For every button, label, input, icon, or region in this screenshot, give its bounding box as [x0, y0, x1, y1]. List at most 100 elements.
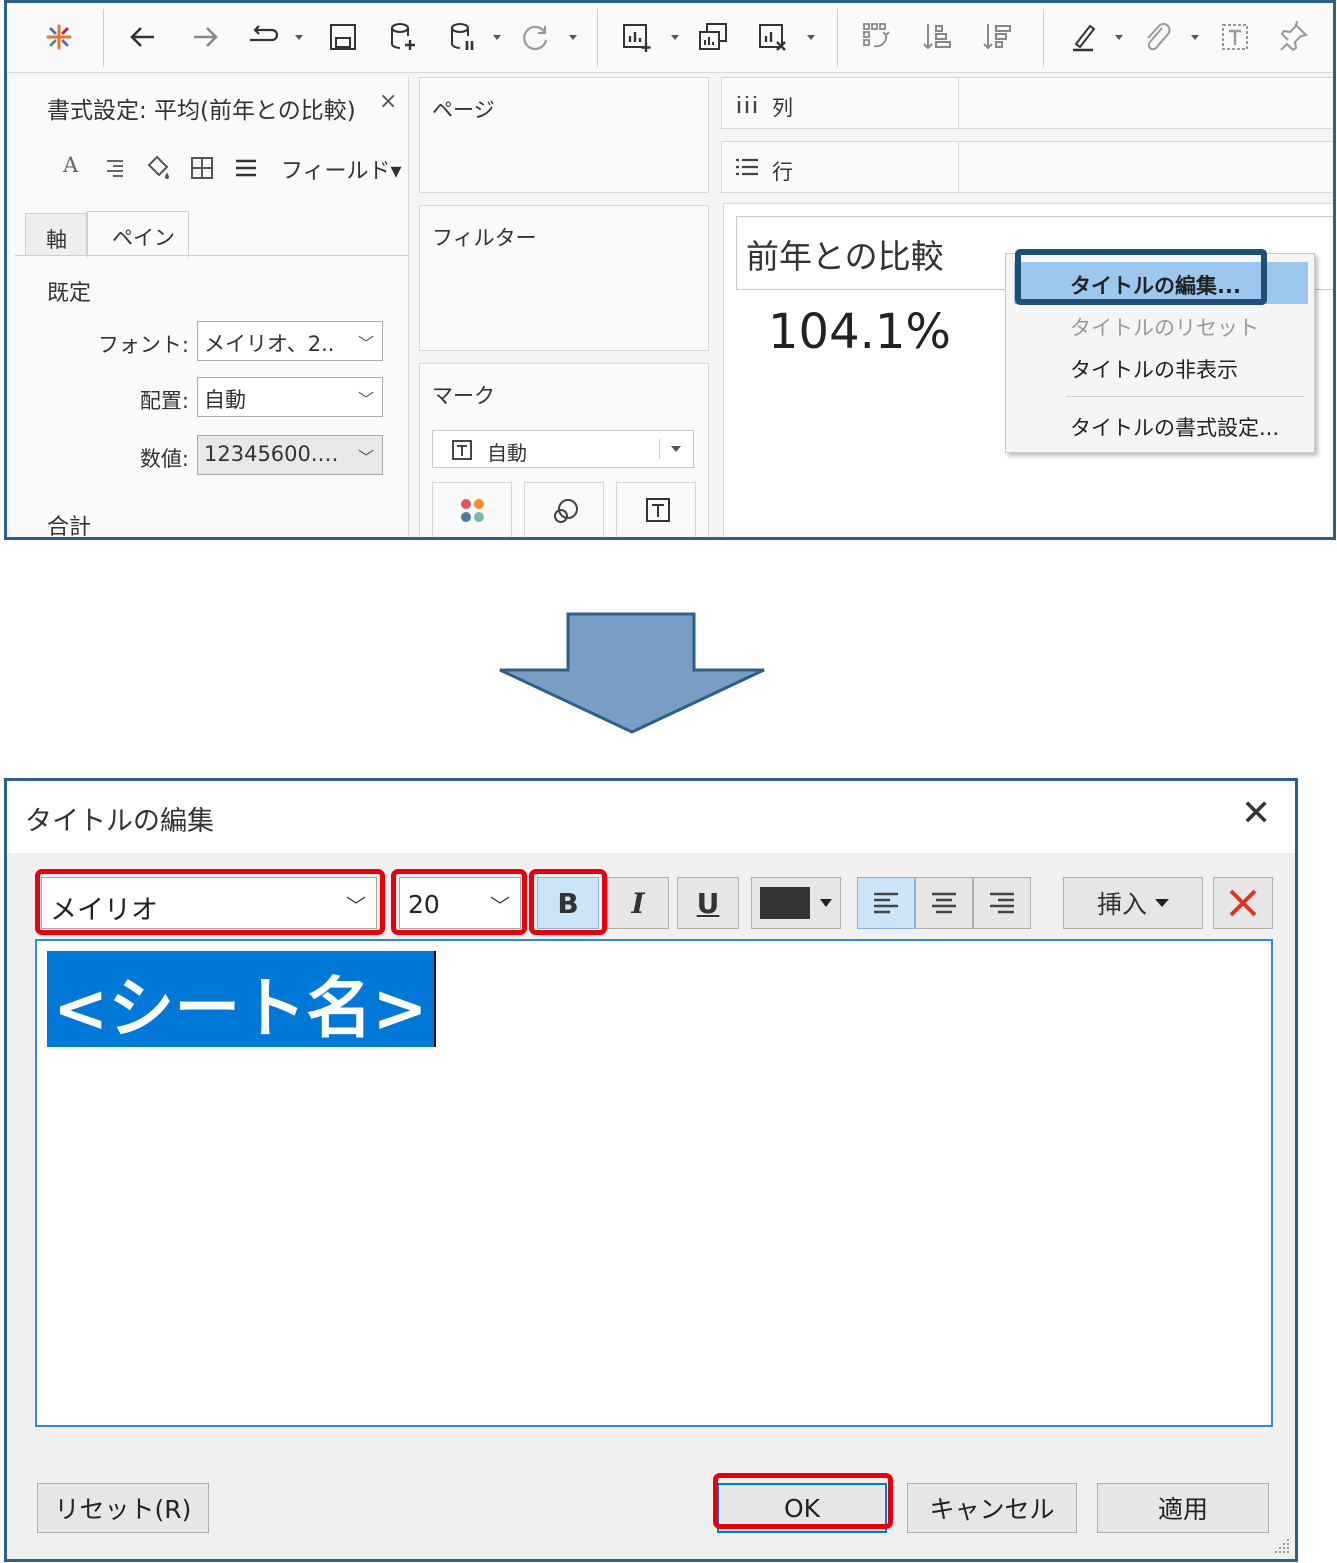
redo-icon[interactable] — [185, 17, 225, 57]
text-mark-button[interactable] — [616, 482, 696, 537]
color-mark-button[interactable] — [432, 482, 512, 537]
highlight-icon[interactable] — [1065, 17, 1105, 57]
clear-sheet-icon[interactable] — [753, 17, 793, 57]
highlight-box-ok — [713, 1473, 893, 1529]
columns-shelf[interactable]: 列 — [721, 77, 1333, 130]
align-left-icon — [874, 892, 898, 914]
number-select[interactable]: 12345600.… ﹀ — [197, 435, 383, 475]
menu-item-hide-title[interactable]: タイトルの非表示 — [1070, 354, 1238, 384]
paperclip-icon[interactable] — [1137, 17, 1177, 57]
columns-icon — [737, 96, 757, 113]
alignment-label: 配置: — [139, 389, 189, 413]
size-icon — [554, 499, 578, 523]
chevron-down-icon: ﹀ — [357, 390, 374, 409]
new-worksheet-icon[interactable] — [617, 17, 657, 57]
marks-card-label: マーク — [432, 384, 495, 408]
font-select-value: メイリオ、2.. — [204, 332, 335, 356]
field-dropdown[interactable]: フィールド▾ — [281, 153, 402, 185]
section-total: 合計 — [47, 515, 92, 540]
replay-icon[interactable] — [243, 17, 283, 57]
italic-button[interactable]: I — [607, 877, 669, 929]
font-select[interactable]: メイリオ、2.. ﹀ — [197, 321, 383, 361]
number-select-value: 12345600.… — [204, 442, 339, 466]
borders-icon[interactable] — [189, 155, 215, 181]
mark-type-value: 自動 — [487, 441, 527, 465]
sheet-title[interactable]: 前年との比較 — [746, 230, 944, 278]
reset-button[interactable]: リセット(R) — [37, 1483, 209, 1533]
align-center-button[interactable] — [915, 877, 973, 929]
close-icon[interactable]: ✕ — [1241, 793, 1271, 834]
highlight-box-edit-title — [1015, 249, 1267, 305]
rows-shelf[interactable]: 行 — [721, 141, 1333, 194]
highlight-box-font — [35, 869, 385, 935]
label-icon — [646, 498, 670, 522]
align-right-button[interactable] — [973, 877, 1031, 929]
filters-shelf-label: フィルター — [432, 226, 537, 250]
undo-icon[interactable] — [123, 17, 163, 57]
down-arrow-icon — [499, 612, 765, 734]
text-color-swatch — [760, 887, 810, 919]
menu-item-reset-title: タイトルのリセット — [1070, 316, 1259, 340]
edit-title-dialog: タイトルの編集 ✕ メイリオ ﹀ 20 ﹀ B I U 挿入 <シート名> リセ… — [4, 778, 1298, 1562]
chevron-down-icon: ﹀ — [357, 448, 374, 467]
save-icon[interactable] — [323, 17, 363, 57]
align-center-icon — [932, 892, 956, 914]
alignment-icon[interactable] — [101, 157, 127, 181]
marks-card: マーク 自動 — [419, 363, 709, 537]
refresh-icon[interactable] — [515, 17, 555, 57]
chevron-down-icon: ﹀ — [357, 334, 374, 353]
insert-button[interactable]: 挿入 — [1063, 877, 1203, 929]
menu-item-format-title[interactable]: タイトルの書式設定... — [1070, 412, 1279, 442]
duplicate-icon[interactable] — [693, 17, 733, 57]
size-mark-button[interactable] — [524, 482, 604, 537]
tab-pane[interactable]: ペイン — [87, 211, 189, 257]
chevron-down-icon — [671, 446, 681, 452]
alignment-select-value: 自動 — [204, 388, 246, 412]
chevron-down-icon — [820, 899, 832, 907]
highlight-box-size — [391, 869, 527, 935]
format-panel: 書式設定: 平均(前年との比較) × A フィールド▾ 軸 ペイン 既定 フォン… — [11, 77, 409, 540]
number-label: 数値: — [139, 447, 189, 471]
pin-icon[interactable] — [1273, 17, 1313, 57]
shading-icon[interactable] — [143, 153, 173, 183]
resize-grip-icon[interactable] — [1273, 1537, 1291, 1555]
apply-button[interactable]: 適用 — [1097, 1483, 1269, 1533]
pages-shelf-label: ページ — [432, 98, 495, 122]
close-icon[interactable]: × — [379, 89, 397, 114]
sort-asc-icon[interactable] — [917, 17, 957, 57]
tableau-logo-icon[interactable] — [39, 17, 79, 57]
highlight-box-bold — [529, 869, 607, 935]
main-toolbar — [7, 3, 1333, 73]
font-label: フォント: — [97, 333, 189, 357]
underline-button[interactable]: U — [677, 877, 739, 929]
color-icon — [461, 499, 484, 522]
cancel-button[interactable]: キャンセル — [907, 1483, 1077, 1533]
sort-desc-icon[interactable] — [977, 17, 1017, 57]
align-left-button[interactable] — [857, 877, 915, 929]
mark-type-select[interactable]: 自動 — [432, 430, 694, 468]
label-icon[interactable] — [1215, 17, 1255, 57]
text-color-button[interactable] — [751, 877, 841, 929]
format-panel-title: 書式設定: 平均(前年との比較) — [47, 98, 356, 124]
tab-axis[interactable]: 軸 — [25, 213, 87, 255]
pause-datasource-icon[interactable] — [443, 17, 483, 57]
dialog-title: タイトルの編集 — [25, 806, 214, 837]
tableau-screenshot: 書式設定: 平均(前年との比較) × A フィールド▾ 軸 ペイン 既定 フォン… — [4, 0, 1336, 540]
rows-shelf-label: 行 — [772, 160, 793, 184]
filters-shelf[interactable]: フィルター — [419, 205, 709, 351]
lines-icon[interactable] — [233, 155, 259, 181]
rows-icon — [736, 158, 758, 176]
dialog-titlebar: タイトルの編集 ✕ — [7, 781, 1295, 853]
selected-title-text[interactable]: <シート名> — [47, 951, 436, 1047]
swap-icon[interactable] — [857, 17, 897, 57]
pages-shelf[interactable]: ページ — [419, 77, 709, 193]
columns-shelf-label: 列 — [772, 96, 793, 120]
font-format-icon[interactable]: A — [63, 153, 78, 177]
new-datasource-icon[interactable] — [383, 17, 423, 57]
insert-label: 挿入 — [1096, 890, 1147, 919]
align-right-icon — [990, 892, 1014, 914]
title-text-editor[interactable]: <シート名> — [35, 939, 1273, 1427]
chevron-down-icon — [1155, 899, 1169, 907]
alignment-select[interactable]: 自動 ﹀ — [197, 377, 383, 417]
clear-formatting-button[interactable] — [1213, 877, 1273, 929]
